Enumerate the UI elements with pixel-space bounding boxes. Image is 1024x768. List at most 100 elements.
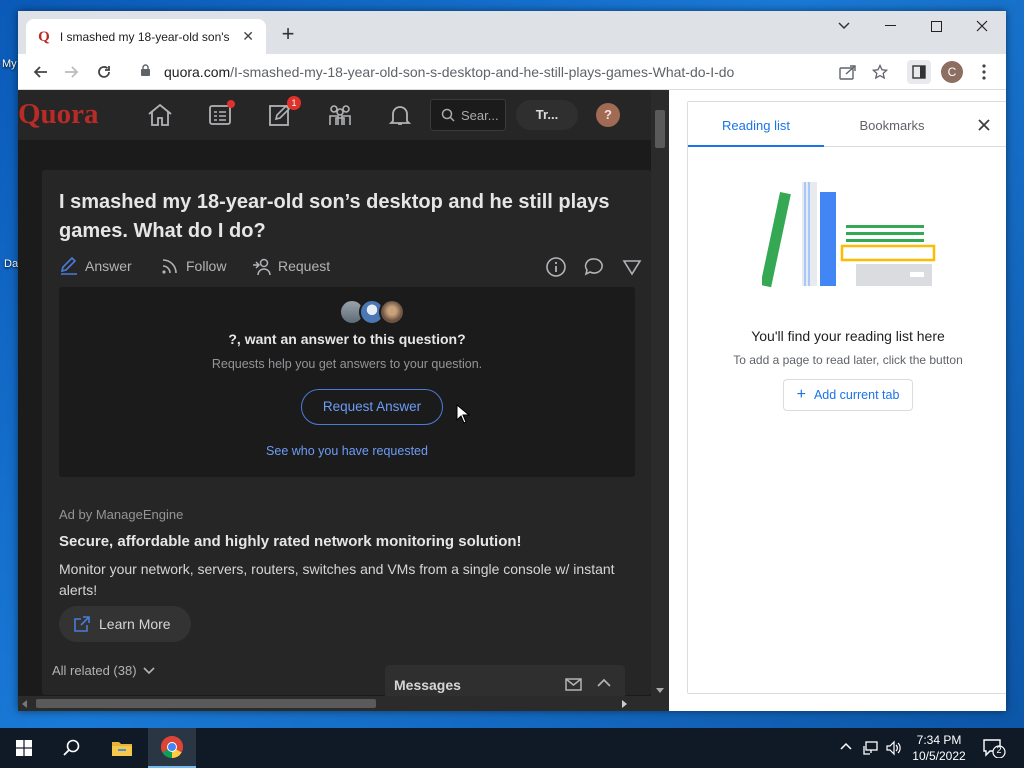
reload-button[interactable]	[92, 60, 116, 84]
side-panel-tabs: Reading list Bookmarks	[688, 102, 1006, 147]
question-card: I smashed my 18-year-old son’s desktop a…	[42, 170, 651, 695]
url-domain: quora.com	[164, 64, 231, 80]
ad-title[interactable]: Secure, affordable and highly rated netw…	[59, 533, 522, 550]
answer-label: Answer	[85, 258, 132, 274]
clock-time: 7:34 PM	[916, 733, 962, 747]
horizontal-scrollbar[interactable]	[18, 696, 651, 711]
unread-dot	[227, 100, 235, 108]
rss-follow-icon	[162, 259, 177, 274]
downvote-icon[interactable]	[621, 256, 645, 280]
bookmark-star-icon[interactable]	[868, 60, 892, 84]
desktop-icon-label[interactable]: My	[2, 58, 17, 70]
mouse-cursor-icon	[456, 404, 470, 424]
browser-toolbar: quora.com/I-smashed-my-18-year-old-son-s…	[18, 54, 1006, 90]
vertical-scrollbar[interactable]	[651, 90, 669, 696]
file-explorer-icon[interactable]	[98, 728, 146, 768]
plus-icon: +	[796, 386, 806, 403]
messages-panel[interactable]: Messages	[385, 665, 625, 696]
taskbar-clock[interactable]: 7:34 PM 10/5/2022	[906, 732, 972, 764]
add-current-tab-button[interactable]: + Add current tab	[783, 379, 913, 411]
empty-heading: You'll find your reading list here	[751, 328, 945, 344]
notifications-bell-icon[interactable]	[385, 100, 415, 130]
horizontal-scroll-thumb[interactable]	[36, 699, 376, 708]
share-icon[interactable]	[836, 60, 860, 84]
question-actions: Answer Follow Request	[59, 256, 649, 280]
try-quora-plus-button[interactable]: Tr...	[516, 100, 578, 130]
requester-avatars	[339, 299, 409, 325]
tab-close-icon[interactable]: ✕	[240, 28, 256, 45]
follow-label: Follow	[186, 258, 227, 274]
ad-body[interactable]: Monitor your network, servers, routers, …	[59, 559, 651, 601]
notification-count: 2	[996, 745, 1002, 755]
comment-icon[interactable]	[583, 256, 607, 280]
all-related-dropdown[interactable]: All related (38)	[52, 663, 155, 678]
quora-user-avatar[interactable]: ?	[596, 103, 620, 127]
request-answer-button[interactable]: Request Answer	[301, 389, 443, 425]
back-button[interactable]	[28, 60, 52, 84]
follow-button[interactable]: Follow	[160, 256, 226, 276]
profile-avatar[interactable]: C	[940, 60, 964, 84]
answer-pencil-icon[interactable]: 1	[265, 96, 301, 130]
search-input[interactable]: Sear...	[430, 99, 506, 131]
search-icon	[441, 108, 455, 122]
volume-icon[interactable]	[886, 740, 902, 756]
address-bar[interactable]: quora.com/I-smashed-my-18-year-old-son-s…	[130, 58, 890, 86]
request-button[interactable]: Request	[252, 256, 330, 276]
all-related-label: All related (38)	[52, 663, 137, 678]
menu-kebab-icon[interactable]	[972, 60, 996, 84]
clock-date: 10/5/2022	[912, 749, 966, 763]
scrollbar-corner	[651, 696, 669, 711]
learn-more-button[interactable]: Learn More	[59, 606, 191, 642]
following-feed-icon[interactable]	[205, 100, 235, 130]
learn-more-label: Learn More	[99, 616, 171, 632]
see-who-requested-link[interactable]: See who you have requested	[35, 444, 651, 458]
windows-start-icon[interactable]	[0, 728, 48, 768]
desktop-icon-label[interactable]: Da	[4, 258, 18, 270]
chevron-up-icon[interactable]	[839, 740, 855, 756]
scroll-right-arrow-icon[interactable]	[622, 700, 627, 708]
minimize-button[interactable]	[867, 11, 913, 41]
maximize-button[interactable]	[913, 11, 959, 41]
search-placeholder: Sear...	[461, 107, 499, 123]
vertical-scroll-thumb[interactable]	[655, 110, 665, 148]
quora-favicon-icon: Q	[38, 28, 50, 45]
forward-button[interactable]	[60, 60, 84, 84]
action-center-icon[interactable]: 2	[982, 738, 1006, 759]
tab-reading-list[interactable]: Reading list	[688, 102, 824, 147]
request-heading: ?, want an answer to this question?	[228, 331, 466, 347]
notification-count-badge: 1	[287, 96, 301, 110]
tab-search-chevron-down-icon[interactable]	[821, 11, 867, 41]
search-icon[interactable]	[48, 728, 96, 768]
tab-strip: Q I smashed my 18-year-old son's ✕ +	[18, 11, 1006, 54]
scroll-left-arrow-icon[interactable]	[22, 700, 27, 708]
new-tab-button[interactable]: +	[276, 23, 300, 47]
chrome-taskbar-icon[interactable]	[148, 728, 196, 768]
messages-title: Messages	[394, 677, 461, 693]
quora-header: Quora 1 Sear... Tr... ?	[18, 90, 651, 140]
compose-message-icon[interactable]	[565, 675, 585, 695]
answer-button[interactable]: Answer	[59, 256, 132, 276]
close-window-button[interactable]	[959, 11, 1005, 41]
scroll-down-arrow-icon[interactable]	[656, 688, 664, 693]
pencil-icon	[60, 256, 77, 275]
add-current-tab-label: Add current tab	[813, 388, 900, 402]
windows-taskbar: 7:34 PM 10/5/2022 2	[0, 728, 1024, 768]
side-panel-icon[interactable]	[907, 60, 931, 84]
request-person-icon	[253, 258, 271, 276]
url-path: /I-smashed-my-18-year-old-son-s-desktop-…	[230, 64, 735, 80]
reading-list-panel: Reading list Bookmarks You'll find your …	[687, 101, 1006, 694]
question-title[interactable]: I smashed my 18-year-old son’s desktop a…	[59, 188, 639, 246]
chevron-up-icon[interactable]	[596, 675, 616, 695]
external-link-icon	[74, 616, 90, 632]
ad-sponsor[interactable]: Ad by ManageEngine	[59, 507, 183, 522]
browser-tab[interactable]: Q I smashed my 18-year-old son's ✕	[26, 19, 266, 54]
quora-logo[interactable]: Quora	[18, 98, 99, 131]
spaces-people-icon[interactable]	[325, 100, 355, 130]
tab-bookmarks[interactable]: Bookmarks	[824, 102, 960, 147]
home-icon[interactable]	[145, 100, 175, 130]
side-panel-close-icon[interactable]	[974, 115, 994, 135]
info-icon[interactable]	[545, 256, 569, 280]
request-label: Request	[278, 258, 331, 274]
network-icon[interactable]	[863, 740, 879, 756]
lock-icon[interactable]	[140, 64, 154, 80]
